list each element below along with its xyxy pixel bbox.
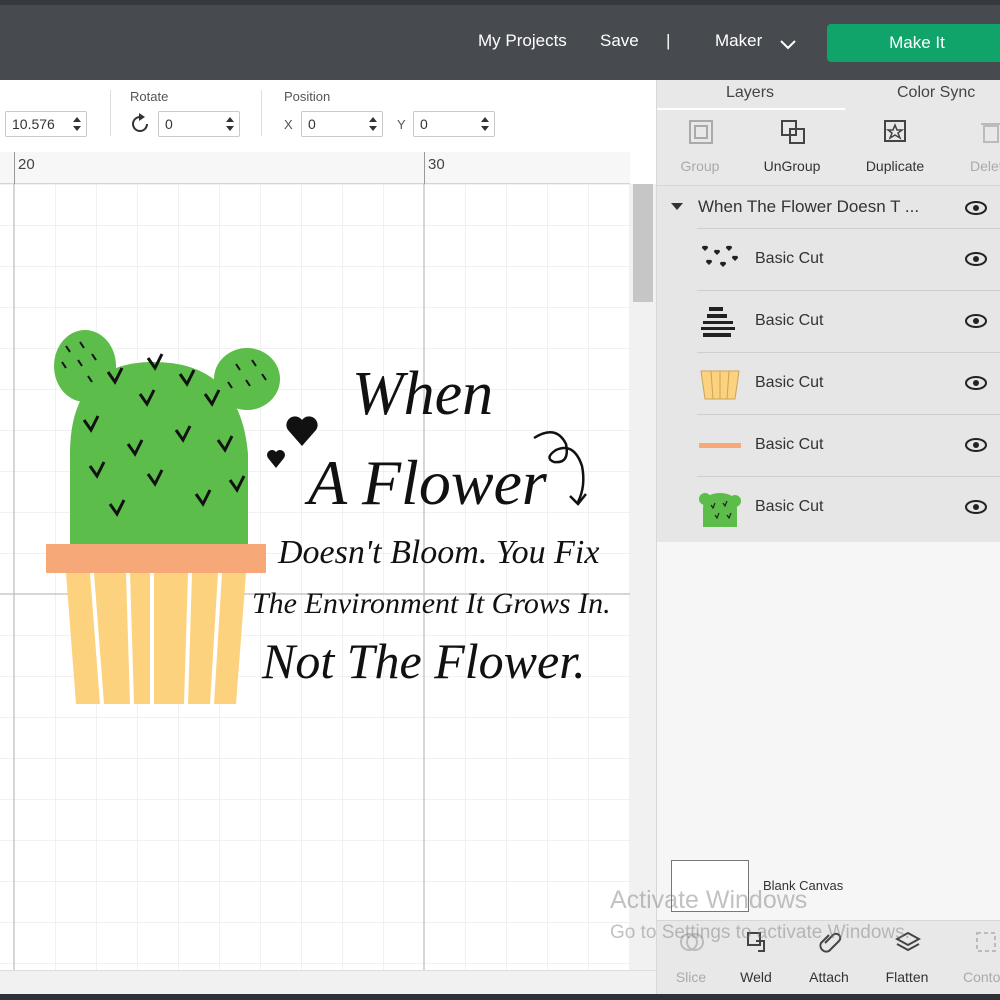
x-position-input[interactable]: 0 [301, 111, 383, 137]
cactus-body [70, 361, 248, 544]
taskbar-edge [0, 994, 1000, 1000]
layers-list: When The Flower Doesn T ... Basic Cut Ba… [657, 186, 1000, 542]
ruler-tick [424, 152, 425, 184]
spinner-arrows-icon[interactable] [480, 116, 490, 132]
quote-line-a-flower[interactable]: A Flower [308, 446, 547, 520]
layers-panel: Layers Color Sync Group UnGroup Duplicat… [656, 80, 1000, 1000]
eye-icon[interactable] [965, 499, 987, 515]
activate-windows-title: Activate Windows [610, 886, 808, 914]
ungroup-label: UnGroup [763, 158, 821, 174]
save-button[interactable]: Save [600, 31, 639, 51]
layer-group-row[interactable]: When The Flower Doesn T ... [657, 186, 1000, 228]
toolbar-divider [110, 90, 111, 136]
header-separator: | [666, 31, 671, 50]
quote-line-when[interactable]: When [352, 359, 493, 430]
layer-row[interactable]: Basic Cut [697, 476, 1000, 538]
contour-icon [976, 932, 996, 952]
pot-thumb-icon [700, 370, 740, 400]
spinner-arrows-icon[interactable] [72, 116, 82, 132]
rotate-input[interactable]: 0 [158, 111, 240, 137]
layer-row[interactable]: Basic Cut [697, 290, 1000, 352]
layer-actions: Group UnGroup Duplicate Delete [657, 110, 1000, 186]
tab-color-sync[interactable]: Color Sync [897, 84, 975, 102]
horizontal-ruler: 20 30 [0, 152, 630, 184]
x-label: X [284, 117, 293, 132]
layer-name: Basic Cut [755, 498, 824, 515]
my-projects-link[interactable]: My Projects [478, 31, 567, 51]
top-header: My Projects Save | Maker Make It [0, 0, 1000, 80]
delete-button[interactable]: Delete [947, 110, 1000, 186]
eye-icon[interactable] [965, 251, 987, 267]
rim-thumb-icon [699, 443, 741, 448]
contour-button[interactable]: Contour [945, 921, 1000, 1000]
x-value: 0 [308, 116, 316, 132]
layer-row[interactable]: Basic Cut [697, 228, 1000, 290]
quote-thumb-icon [701, 307, 735, 337]
toolbar-divider [261, 90, 262, 136]
hearts-thumb-icon [701, 245, 739, 267]
size-input[interactable]: 10.576 [5, 111, 87, 137]
eye-icon[interactable] [965, 200, 987, 216]
eye-icon[interactable] [965, 375, 987, 391]
group-label: Group [680, 158, 720, 174]
contour-label: Contour [963, 969, 1000, 985]
spinner-arrows-icon[interactable] [225, 116, 235, 132]
quote-line-doesnt-bloom[interactable]: Doesn't Bloom. You Fix [278, 534, 599, 572]
ruler-mark: 20 [18, 156, 35, 173]
y-value: 0 [420, 116, 428, 132]
ruler-mark: 30 [428, 156, 445, 173]
edit-toolbar: 10.576 Rotate 0 Position X 0 Y 0 [0, 80, 656, 152]
ruler-tick [14, 152, 15, 184]
flatten-label: Flatten [885, 969, 929, 985]
scrollbar-thumb[interactable] [633, 184, 653, 302]
tab-layers[interactable]: Layers [726, 84, 774, 102]
delete-label: Delete [970, 158, 1000, 174]
layer-name: Basic Cut [755, 312, 824, 329]
size-value: 10.576 [12, 116, 55, 132]
layer-row[interactable]: Basic Cut [697, 352, 1000, 414]
activate-windows-subtitle: Go to Settings to activate Windows. [610, 922, 910, 943]
canvas-vertical-scrollbar[interactable] [630, 184, 656, 970]
make-it-button[interactable]: Make It [827, 24, 1000, 62]
group-icon [689, 120, 713, 144]
layer-name: Basic Cut [755, 374, 824, 391]
group-button[interactable]: Group [657, 110, 743, 186]
layer-row[interactable]: Basic Cut [697, 414, 1000, 476]
duplicate-button[interactable]: Duplicate [852, 110, 938, 186]
eye-icon[interactable] [965, 313, 987, 329]
y-label: Y [397, 117, 406, 132]
y-position-input[interactable]: 0 [413, 111, 495, 137]
layer-name: Basic Cut [755, 250, 824, 267]
cactus-thumb-icon [699, 493, 741, 527]
rotate-value: 0 [165, 116, 173, 132]
duplicate-label: Duplicate [865, 158, 925, 174]
weld-label: Weld [740, 969, 772, 985]
layer-group-title: When The Flower Doesn T ... [698, 197, 920, 216]
machine-selector[interactable]: Maker [715, 31, 762, 51]
quote-line-not-the-flower[interactable]: Not The Flower. [262, 632, 586, 690]
position-label: Position [284, 89, 331, 104]
design-canvas[interactable]: When A Flower Doesn't Bloom. You Fix The… [0, 184, 630, 970]
spinner-arrows-icon[interactable] [368, 116, 378, 132]
ungroup-icon [781, 120, 805, 144]
attach-label: Attach [809, 969, 849, 985]
panel-tabs: Layers Color Sync [657, 80, 1000, 111]
chevron-down-icon[interactable] [779, 39, 797, 51]
trash-icon [981, 123, 1000, 143]
rotate-label: Rotate [130, 89, 169, 104]
quote-line-environment[interactable]: The Environment It Grows In. [252, 587, 611, 621]
pot-rim [46, 544, 266, 573]
duplicate-icon [884, 120, 906, 142]
ungroup-button[interactable]: UnGroup [749, 110, 835, 186]
eye-icon[interactable] [965, 437, 987, 453]
rotate-icon [132, 113, 148, 132]
caret-down-icon[interactable] [671, 203, 683, 211]
layer-name: Basic Cut [755, 436, 824, 453]
